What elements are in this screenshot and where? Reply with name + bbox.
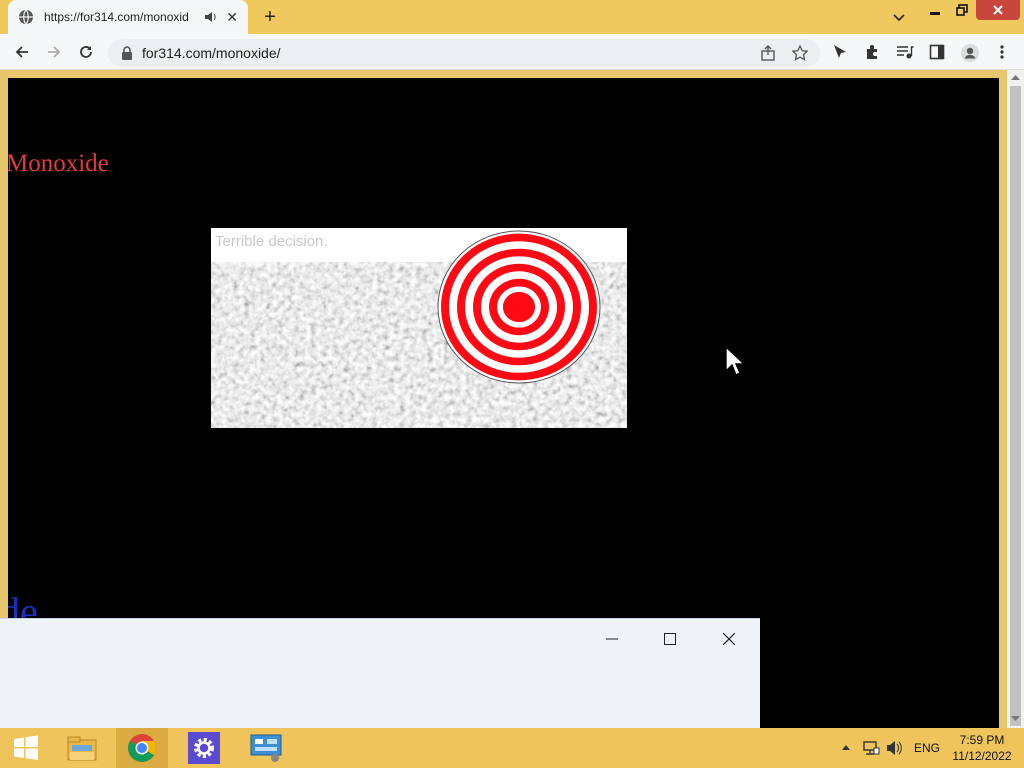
taskbar-settings[interactable] — [178, 728, 230, 768]
clock-time: 7:59 PM — [959, 733, 1005, 747]
extensions-puzzle-icon[interactable] — [864, 44, 880, 60]
new-tab-button[interactable]: + — [258, 5, 282, 29]
back-button[interactable] — [12, 42, 32, 62]
overlay-close-button[interactable] — [717, 629, 741, 649]
side-panel-icon[interactable] — [929, 44, 945, 60]
bookmark-star-icon[interactable] — [792, 45, 808, 61]
tab-title: https://for314.com/monoxid — [44, 10, 189, 24]
maximize-icon — [664, 633, 676, 645]
share-icon[interactable] — [760, 45, 776, 61]
lock-icon[interactable] — [120, 45, 134, 61]
page-scrollbar[interactable] — [1007, 70, 1024, 728]
scroll-down-icon[interactable] — [1011, 716, 1020, 722]
send-arrow-icon[interactable] — [832, 44, 848, 60]
taskbar-control-panel[interactable] — [240, 728, 292, 768]
address-bar[interactable]: for314.com/monoxide/ — [108, 39, 820, 67]
browser-title-bar: https://for314.com/monoxid ✕ + — [0, 0, 1024, 34]
minimize-icon — [606, 638, 618, 640]
forward-button[interactable] — [44, 42, 64, 62]
mouse-cursor-icon — [725, 346, 744, 376]
restore-icon — [956, 4, 968, 16]
reload-button[interactable] — [76, 42, 96, 62]
window-restore-button[interactable] — [949, 0, 975, 20]
minimize-icon — [930, 12, 940, 15]
page-heading: Monoxide — [8, 150, 109, 177]
clock-date: 11/12/2022 — [952, 749, 1012, 763]
control-panel-icon — [250, 734, 282, 762]
close-icon — [723, 633, 735, 645]
back-arrow-icon — [15, 46, 28, 58]
overlay-maximize-button[interactable] — [658, 629, 682, 649]
menu-kebab-icon[interactable] — [996, 44, 1008, 60]
taskbar: ENG 7:59 PM 11/12/2022 — [0, 728, 1024, 768]
tab-search-chevron-icon[interactable] — [888, 6, 910, 28]
reload-icon — [80, 46, 92, 58]
windows-logo-icon — [14, 735, 38, 760]
input-language[interactable]: ENG — [914, 741, 940, 755]
overlay-window[interactable] — [0, 618, 760, 728]
prank-popup-image: Terrible decision. — [211, 228, 627, 428]
scrollbar-thumb[interactable] — [1010, 86, 1021, 726]
url-text[interactable]: for314.com/monoxide/ — [142, 45, 281, 61]
taskbar-chrome[interactable] — [116, 728, 168, 768]
chrome-logo-icon — [128, 734, 156, 762]
browser-toolbar: for314.com/monoxide/ — [0, 34, 1024, 70]
globe-icon — [19, 9, 33, 25]
media-queue-icon[interactable] — [896, 44, 914, 60]
settings-gear-icon — [188, 732, 220, 764]
start-button[interactable] — [0, 728, 52, 768]
forward-arrow-icon — [48, 46, 61, 58]
profile-avatar-icon[interactable] — [960, 43, 980, 63]
window-minimize-button[interactable] — [922, 0, 948, 20]
taskbar-file-explorer[interactable] — [56, 728, 108, 768]
popup-caption: Terrible decision. — [215, 233, 328, 250]
system-clock[interactable]: 7:59 PM 11/12/2022 — [946, 732, 1018, 764]
speaker-icon[interactable] — [204, 11, 218, 23]
volume-icon[interactable] — [886, 740, 904, 756]
tab-close-icon[interactable]: ✕ — [226, 9, 238, 26]
network-icon[interactable] — [862, 740, 880, 756]
browser-tab[interactable]: https://for314.com/monoxid ✕ — [8, 0, 248, 34]
close-icon — [993, 5, 1003, 15]
file-explorer-icon — [67, 736, 97, 761]
window-close-button[interactable] — [976, 0, 1020, 20]
show-hidden-icons-icon[interactable] — [842, 744, 850, 750]
red-target-circle — [437, 230, 601, 384]
scroll-up-icon[interactable] — [1011, 74, 1020, 80]
overlay-minimize-button[interactable] — [600, 629, 624, 649]
